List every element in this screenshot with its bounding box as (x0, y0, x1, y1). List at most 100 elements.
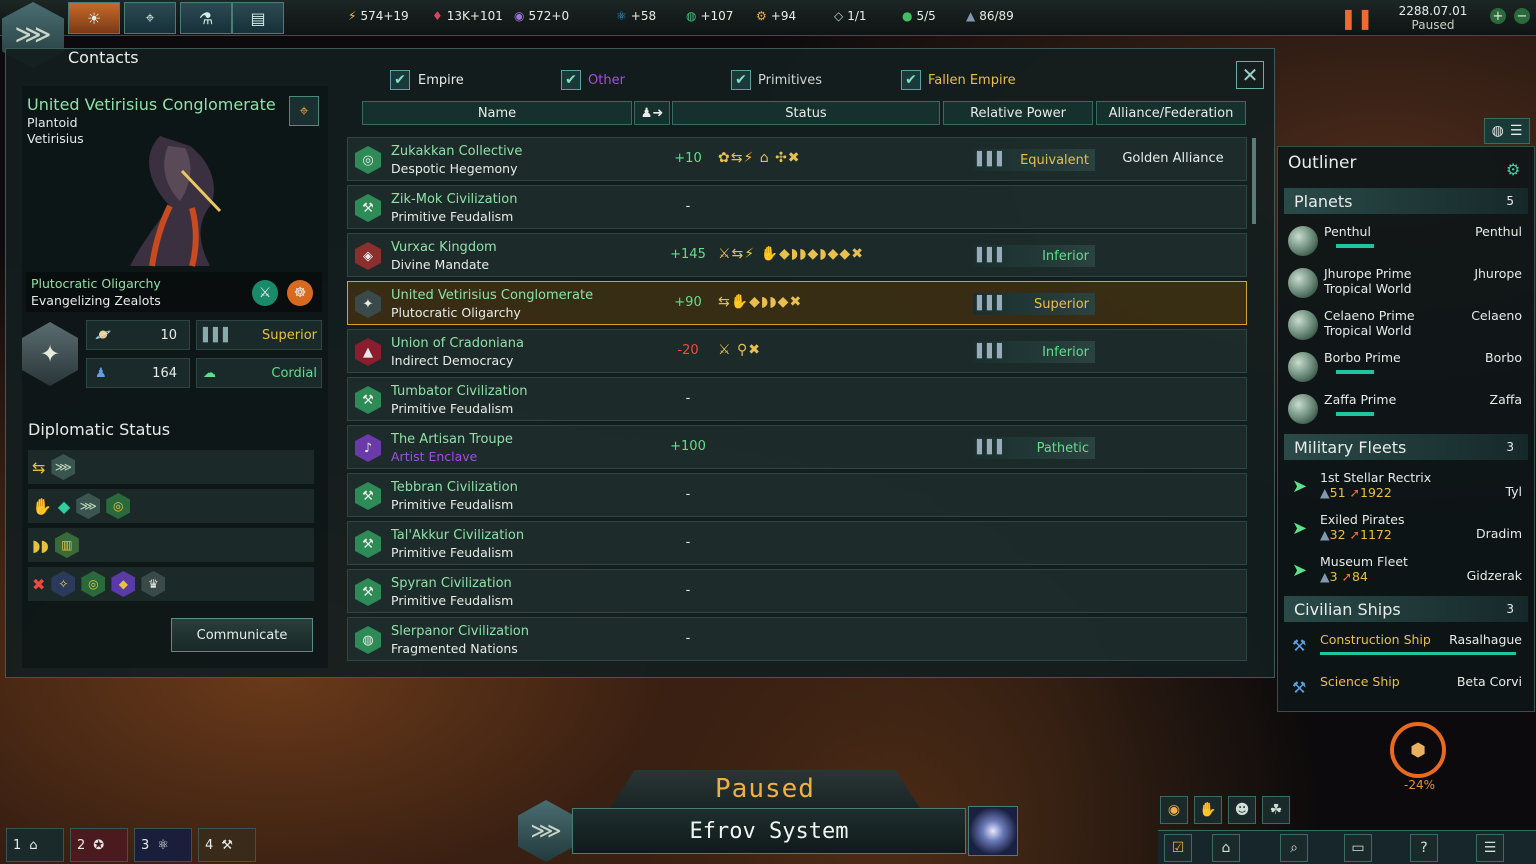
system-name-bar[interactable]: Efrov System (572, 808, 966, 854)
help-button[interactable]: ? (1410, 834, 1438, 862)
filter-fallen-empire-checkbox[interactable]: ✔ (901, 70, 921, 90)
outliner-civilian-item[interactable]: ⚒ Construction Ship Rasalhague (1286, 630, 1526, 670)
planets-section-header[interactable]: Planets 5 (1284, 188, 1528, 214)
outliner-fleet-item[interactable]: ➤ Exiled Pirates ▲32 ➚1172 Dradim (1286, 510, 1526, 550)
contact-row[interactable]: ⚒ Zik-Mok Civilization Primitive Feudalism… (347, 185, 1247, 229)
close-button[interactable]: ✕ (1236, 61, 1264, 89)
outliner-planet-item[interactable]: Penthul Penthul (1286, 222, 1526, 262)
locate-empire-button[interactable]: ⌖ (289, 96, 319, 126)
contact-row[interactable]: ⚒ Tebbran Civilization Primitive Feudalism… (347, 473, 1247, 517)
contact-opinion: - (685, 631, 691, 646)
fleet-capacity-readout[interactable]: ▲ 86/89 (966, 9, 1014, 23)
contact-government: Divine Mandate (391, 257, 490, 272)
diplomatic-row: ✋ ◆ ⋙ ◎ (28, 489, 314, 523)
planets-view-button[interactable]: ⌂ (1212, 834, 1240, 862)
factions-button[interactable]: ☘ (1262, 796, 1290, 824)
column-header-alliance[interactable]: Alliance/Federation (1096, 101, 1246, 125)
outliner-planet-item[interactable]: Borbo Prime Borbo (1286, 348, 1526, 388)
contact-row[interactable]: ◍ Slerpanor Civilization Fragmented Nation… (347, 617, 1247, 661)
messages-button[interactable]: ▭ (1344, 834, 1372, 862)
edicts-readout[interactable]: ◇ 1/1 (834, 9, 867, 23)
speed-down-button[interactable]: − (1514, 8, 1530, 24)
energy-readout[interactable]: ⚡ 574+19 (348, 9, 409, 23)
quick-tab-4[interactable]: 4 ⚒ (198, 828, 256, 862)
communicate-button[interactable]: Communicate (171, 618, 313, 652)
civilian-section-header[interactable]: Civilian Ships 3 (1284, 596, 1528, 622)
contact-row[interactable]: ▲ Union of Cradoniana Indirect Democracy -2… (347, 329, 1247, 373)
core-planets-readout[interactable]: ● 5/5 (902, 9, 936, 23)
quick-tab-1[interactable]: 1 ⌂ (6, 828, 64, 862)
planet-progress-bar (1336, 370, 1374, 374)
outliner-civilian-item[interactable]: ⚒ Science Ship Beta Corvi (1286, 672, 1526, 712)
fleet-name: Museum Fleet (1320, 554, 1408, 569)
outliner-planet-item[interactable]: Jhurope Prime Tropical World Jhurope (1286, 264, 1526, 304)
filter-other-checkbox[interactable]: ✔ (561, 70, 581, 90)
speed-up-button[interactable]: + (1490, 8, 1506, 24)
ship-icon: ▤ (250, 8, 266, 28)
contact-row[interactable]: ◎ Zukakkan Collective Despotic Hegemony +10… (347, 137, 1247, 181)
fleet-name: 1st Stellar Rectrix (1320, 470, 1432, 485)
outliner-fleet-item[interactable]: ➤ Museum Fleet ▲3 ➚84 Gidzerak (1286, 552, 1526, 592)
outliner-toggle-button[interactable]: ◍ ☰ (1484, 118, 1530, 144)
handshake-icon: ✋ (32, 496, 52, 516)
hamburger-icon: ☰ (1483, 840, 1497, 856)
empire-flag-icon: ◎ (355, 146, 381, 174)
contact-row[interactable]: ✦ United Vetirisius Conglomerate Plutocrat… (347, 281, 1247, 325)
column-header-power[interactable]: Relative Power (943, 101, 1093, 125)
pop-growth-icon[interactable]: ⬢ (1390, 722, 1446, 778)
status-icons: ⚔ ⚲✖ (718, 342, 761, 358)
column-header-opinion[interactable]: ♟➜ (634, 101, 670, 125)
diplomacy-button[interactable]: ✋ (1194, 796, 1222, 824)
filter-empire-checkbox[interactable]: ✔ (390, 70, 410, 90)
outliner-fleet-item[interactable]: ➤ 1st Stellar Rectrix ▲51 ➚1922 Tyl (1286, 468, 1526, 508)
menu-button[interactable]: ☰ (1476, 834, 1504, 862)
empire-emblem-icon: ▥ (54, 532, 79, 558)
target-button[interactable]: ◉ (1160, 796, 1188, 824)
paused-banner: Paused (610, 770, 920, 808)
planet-type: Tropical World (1324, 281, 1412, 296)
planets-menu-button[interactable]: ⌖ (124, 2, 176, 34)
planet-house-icon: ⌂ (1221, 840, 1231, 856)
pause-button[interactable]: ❚❚ (1340, 6, 1374, 30)
ethic-label: Evangelizing Zealots (31, 293, 161, 308)
influence-readout[interactable]: ◉ 572+0 (514, 9, 569, 23)
column-header-status[interactable]: Status (672, 101, 940, 125)
engineering-readout[interactable]: ⚙ +94 (756, 9, 796, 23)
scrollbar[interactable] (1252, 138, 1256, 224)
quick-tab-2[interactable]: 2 ✪ (70, 828, 128, 862)
search-button[interactable]: ⌕ (1280, 834, 1308, 862)
column-header-name[interactable]: Name (362, 101, 632, 125)
contact-name: Zik-Mok Civilization (391, 192, 518, 207)
society-readout[interactable]: ◍ +107 (686, 9, 733, 23)
fleets-section-header[interactable]: Military Fleets 3 (1284, 434, 1528, 460)
contact-row[interactable]: ◈ Vurxac Kingdom Divine Mandate +145 ⚔⇆⚡ ✋◆◗… (347, 233, 1247, 277)
contact-opinion: - (685, 487, 691, 502)
engineering-icon: ⚙ (756, 9, 767, 23)
status-icons: ⚔⇆⚡ ✋◆◗◗◆◗◆◆✖ (718, 246, 864, 262)
ship-designer-button[interactable]: ▤ (232, 2, 284, 34)
outliner-planet-item[interactable]: Celaeno Prime Tropical World Celaeno (1286, 306, 1526, 346)
minerals-readout[interactable]: ♦ 13K+101 (432, 9, 503, 23)
gear-icon[interactable]: ⚙ (1506, 160, 1520, 179)
species-button[interactable]: ☻ (1228, 796, 1256, 824)
contact-row[interactable]: ♪ The Artisan Troupe Artist Enclave +100 ▌▌▌… (347, 425, 1247, 469)
galaxy-map-button[interactable] (968, 806, 1018, 856)
contact-row[interactable]: ⚒ Tal'Akkur Civilization Primitive Feudali… (347, 521, 1247, 565)
empire-flag-icon: ⚒ (355, 530, 381, 558)
atom-icon: ⚛ (157, 837, 169, 853)
species-icon: ☻ (1234, 802, 1250, 818)
empire-flag-icon: ♪ (355, 434, 381, 462)
contact-row[interactable]: ⚒ Tumbator Civilization Primitive Feudalis… (347, 377, 1247, 421)
physics-readout[interactable]: ⚛ +58 (616, 9, 656, 23)
technology-button[interactable]: ⚗ (180, 2, 232, 34)
outliner-planet-item[interactable]: Zaffa Prime Zaffa (1286, 390, 1526, 430)
planets-icon: ● (902, 9, 913, 23)
contact-row[interactable]: ⚒ Spyran Civilization Primitive Feudalism - (347, 569, 1247, 613)
planet-type: Tropical World (1324, 323, 1412, 338)
quick-tab-3[interactable]: 3 ⚛ (134, 828, 192, 862)
game-date: 2288.07.01 Paused (1398, 4, 1468, 32)
situation-log-button[interactable]: ☑ (1164, 834, 1192, 862)
government-button[interactable]: ☀ (68, 2, 120, 34)
filter-primitives-checkbox[interactable]: ✔ (731, 70, 751, 90)
empire-emblem-icon[interactable]: ⋙ (518, 800, 574, 862)
